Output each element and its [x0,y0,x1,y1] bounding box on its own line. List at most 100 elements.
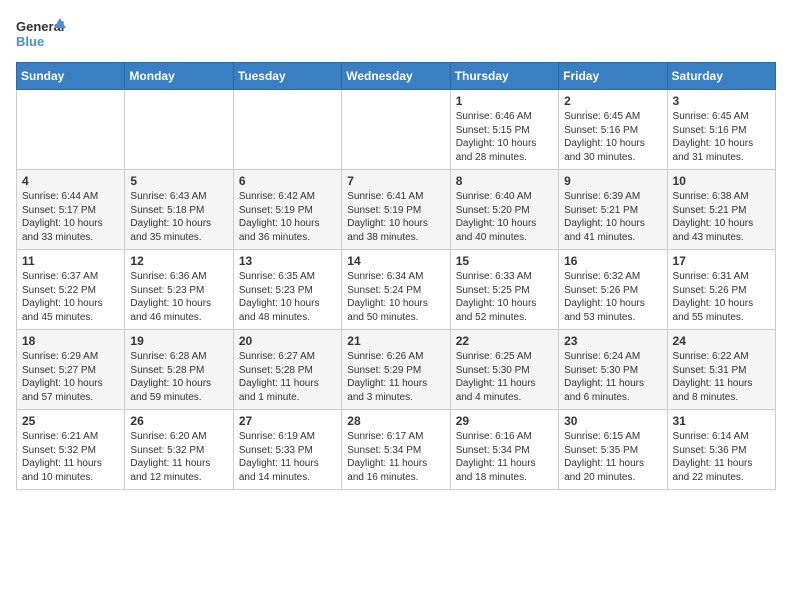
calendar-cell: 30 Sunrise: 6:15 AM Sunset: 5:35 PM Dayli… [559,410,667,490]
day-content: Sunrise: 6:22 AM Sunset: 5:31 PM Dayligh… [673,350,770,404]
calendar-header-row: SundayMondayTuesdayWednesdayThursdayFrid… [17,63,776,90]
day-content: Sunrise: 6:17 AM Sunset: 5:34 PM Dayligh… [347,430,444,484]
day-content: Sunrise: 6:45 AM Sunset: 5:16 PM Dayligh… [673,110,770,164]
day-number: 16 [564,254,661,268]
day-content: Sunrise: 6:38 AM Sunset: 5:21 PM Dayligh… [673,190,770,244]
day-number: 12 [130,254,227,268]
day-number: 15 [456,254,553,268]
calendar-cell [125,90,233,170]
calendar-table: SundayMondayTuesdayWednesdayThursdayFrid… [16,62,776,490]
svg-text:Blue: Blue [16,34,44,49]
column-header-thursday: Thursday [450,63,558,90]
day-number: 20 [239,334,336,348]
day-number: 8 [456,174,553,188]
day-number: 7 [347,174,444,188]
calendar-cell: 4 Sunrise: 6:44 AM Sunset: 5:17 PM Daylig… [17,170,125,250]
day-number: 25 [22,414,119,428]
calendar-cell: 17 Sunrise: 6:31 AM Sunset: 5:26 PM Dayli… [667,250,775,330]
calendar-cell: 29 Sunrise: 6:16 AM Sunset: 5:34 PM Dayli… [450,410,558,490]
calendar-cell: 5Sunrise: 6:43 AM Sunset: 5:18 PM Daylig… [125,170,233,250]
day-number: 27 [239,414,336,428]
day-content: Sunrise: 6:28 AM Sunset: 5:28 PM Dayligh… [130,350,227,404]
column-header-sunday: Sunday [17,63,125,90]
day-content: Sunrise: 6:20 AM Sunset: 5:32 PM Dayligh… [130,430,227,484]
day-number: 18 [22,334,119,348]
calendar-cell: 12 Sunrise: 6:36 AM Sunset: 5:23 PM Dayli… [125,250,233,330]
day-content: Sunrise: 6:16 AM Sunset: 5:34 PM Dayligh… [456,430,553,484]
day-number: 30 [564,414,661,428]
day-content: Sunrise: 6:19 AM Sunset: 5:33 PM Dayligh… [239,430,336,484]
calendar-cell: 7 Sunrise: 6:41 AM Sunset: 5:19 PM Daylig… [342,170,450,250]
column-header-wednesday: Wednesday [342,63,450,90]
day-content: Sunrise: 6:29 AM Sunset: 5:27 PM Dayligh… [22,350,119,404]
header: General Blue [16,16,776,52]
calendar-cell: 31 Sunrise: 6:14 AM Sunset: 5:36 PM Dayli… [667,410,775,490]
logo: General Blue [16,16,66,52]
calendar-cell: 20 Sunrise: 6:27 AM Sunset: 5:28 PM Dayli… [233,330,341,410]
day-number: 6 [239,174,336,188]
calendar-cell: 6 Sunrise: 6:42 AM Sunset: 5:19 PM Daylig… [233,170,341,250]
calendar-cell: 26 Sunrise: 6:20 AM Sunset: 5:32 PM Dayli… [125,410,233,490]
calendar-week-row: 4 Sunrise: 6:44 AM Sunset: 5:17 PM Daylig… [17,170,776,250]
day-content: Sunrise: 6:37 AM Sunset: 5:22 PM Dayligh… [22,270,119,324]
day-content: Sunrise: 6:43 AM Sunset: 5:18 PM Dayligh… [130,190,227,244]
day-number: 28 [347,414,444,428]
day-number: 24 [673,334,770,348]
calendar-cell: 3Sunrise: 6:45 AM Sunset: 5:16 PM Daylig… [667,90,775,170]
calendar-cell: 27 Sunrise: 6:19 AM Sunset: 5:33 PM Dayli… [233,410,341,490]
day-number: 26 [130,414,227,428]
calendar-cell: 19 Sunrise: 6:28 AM Sunset: 5:28 PM Dayli… [125,330,233,410]
day-content: Sunrise: 6:33 AM Sunset: 5:25 PM Dayligh… [456,270,553,324]
day-number: 17 [673,254,770,268]
day-content: Sunrise: 6:31 AM Sunset: 5:26 PM Dayligh… [673,270,770,324]
day-content: Sunrise: 6:27 AM Sunset: 5:28 PM Dayligh… [239,350,336,404]
day-content: Sunrise: 6:39 AM Sunset: 5:21 PM Dayligh… [564,190,661,244]
day-content: Sunrise: 6:46 AM Sunset: 5:15 PM Dayligh… [456,110,553,164]
day-number: 13 [239,254,336,268]
calendar-week-row: 25Sunrise: 6:21 AM Sunset: 5:32 PM Dayli… [17,410,776,490]
day-content: Sunrise: 6:40 AM Sunset: 5:20 PM Dayligh… [456,190,553,244]
day-number: 4 [22,174,119,188]
day-number: 23 [564,334,661,348]
day-content: Sunrise: 6:35 AM Sunset: 5:23 PM Dayligh… [239,270,336,324]
calendar-week-row: 18 Sunrise: 6:29 AM Sunset: 5:27 PM Dayli… [17,330,776,410]
day-content: Sunrise: 6:24 AM Sunset: 5:30 PM Dayligh… [564,350,661,404]
calendar-cell: 8 Sunrise: 6:40 AM Sunset: 5:20 PM Daylig… [450,170,558,250]
column-header-friday: Friday [559,63,667,90]
day-content: Sunrise: 6:14 AM Sunset: 5:36 PM Dayligh… [673,430,770,484]
calendar-cell: 1Sunrise: 6:46 AM Sunset: 5:15 PM Daylig… [450,90,558,170]
day-number: 21 [347,334,444,348]
day-content: Sunrise: 6:44 AM Sunset: 5:17 PM Dayligh… [22,190,119,244]
day-content: Sunrise: 6:34 AM Sunset: 5:24 PM Dayligh… [347,270,444,324]
calendar-week-row: 11 Sunrise: 6:37 AM Sunset: 5:22 PM Dayli… [17,250,776,330]
column-header-saturday: Saturday [667,63,775,90]
day-number: 9 [564,174,661,188]
day-content: Sunrise: 6:32 AM Sunset: 5:26 PM Dayligh… [564,270,661,324]
day-content: Sunrise: 6:41 AM Sunset: 5:19 PM Dayligh… [347,190,444,244]
calendar-cell [342,90,450,170]
day-number: 10 [673,174,770,188]
calendar-cell: 22Sunrise: 6:25 AM Sunset: 5:30 PM Dayli… [450,330,558,410]
calendar-cell: 25Sunrise: 6:21 AM Sunset: 5:32 PM Dayli… [17,410,125,490]
calendar-cell: 16 Sunrise: 6:32 AM Sunset: 5:26 PM Dayli… [559,250,667,330]
calendar-cell [233,90,341,170]
calendar-cell: 21 Sunrise: 6:26 AM Sunset: 5:29 PM Dayli… [342,330,450,410]
day-number: 2 [564,94,661,108]
calendar-cell: 11 Sunrise: 6:37 AM Sunset: 5:22 PM Dayli… [17,250,125,330]
day-number: 19 [130,334,227,348]
day-number: 31 [673,414,770,428]
logo-svg: General Blue [16,16,66,52]
calendar-cell [17,90,125,170]
day-content: Sunrise: 6:45 AM Sunset: 5:16 PM Dayligh… [564,110,661,164]
day-content: Sunrise: 6:25 AM Sunset: 5:30 PM Dayligh… [456,350,553,404]
day-content: Sunrise: 6:36 AM Sunset: 5:23 PM Dayligh… [130,270,227,324]
day-content: Sunrise: 6:26 AM Sunset: 5:29 PM Dayligh… [347,350,444,404]
day-number: 11 [22,254,119,268]
day-number: 29 [456,414,553,428]
calendar-cell: 24 Sunrise: 6:22 AM Sunset: 5:31 PM Dayli… [667,330,775,410]
day-content: Sunrise: 6:42 AM Sunset: 5:19 PM Dayligh… [239,190,336,244]
column-header-monday: Monday [125,63,233,90]
calendar-cell: 13 Sunrise: 6:35 AM Sunset: 5:23 PM Dayli… [233,250,341,330]
calendar-cell: 28 Sunrise: 6:17 AM Sunset: 5:34 PM Dayli… [342,410,450,490]
day-content: Sunrise: 6:15 AM Sunset: 5:35 PM Dayligh… [564,430,661,484]
